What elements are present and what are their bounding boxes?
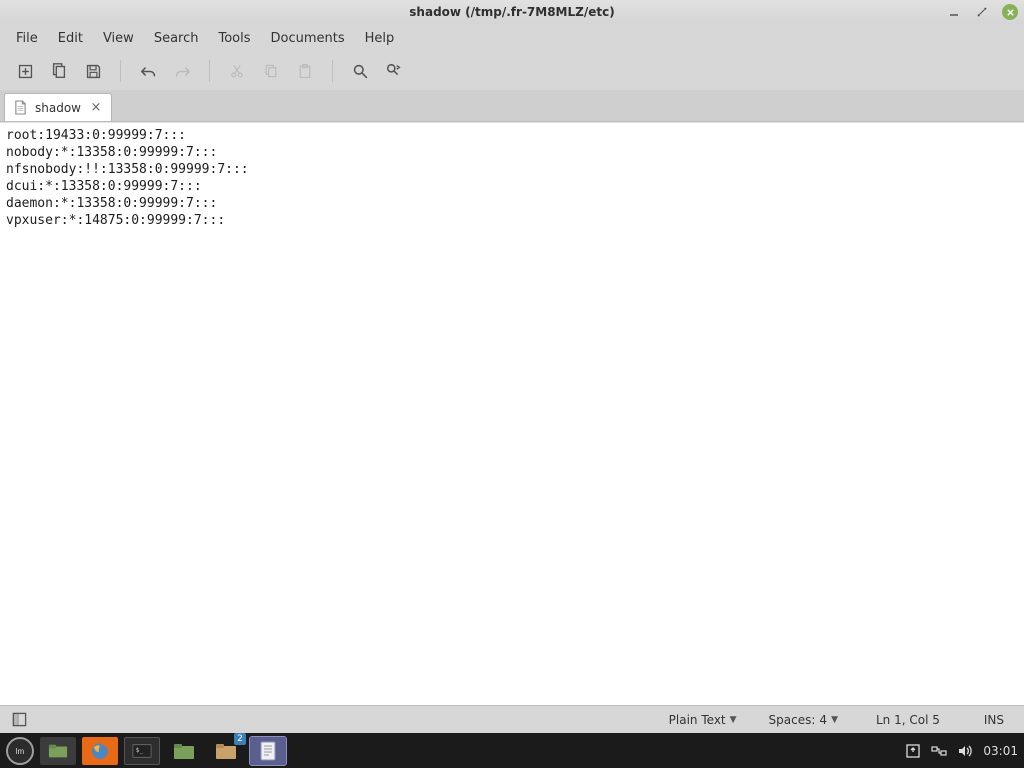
dropdown-icon: ▼	[831, 715, 838, 725]
side-panel-toggle[interactable]	[8, 709, 30, 731]
tab-close-icon[interactable]: ×	[89, 101, 103, 115]
copy-button[interactable]	[256, 56, 286, 86]
syntax-selector[interactable]: Plain Text ▼	[663, 713, 743, 727]
window-count-badge: 2	[234, 733, 246, 745]
insert-mode[interactable]: INS	[972, 713, 1016, 727]
files-launcher[interactable]	[166, 737, 202, 765]
menubar: File Edit View Search Tools Documents He…	[0, 24, 1024, 52]
menu-file[interactable]: File	[6, 27, 48, 50]
statusbar: Plain Text ▼ Spaces: 4 ▼ Ln 1, Col 5 INS	[0, 705, 1024, 733]
tab-label: shadow	[35, 101, 81, 115]
find-button[interactable]	[345, 56, 375, 86]
toolbar-separator	[209, 60, 210, 82]
cursor-position[interactable]: Ln 1, Col 5	[864, 713, 952, 727]
paste-button[interactable]	[290, 56, 320, 86]
menu-tools[interactable]: Tools	[208, 27, 260, 50]
new-file-button[interactable]	[10, 56, 40, 86]
menu-help[interactable]: Help	[355, 27, 405, 50]
open-file-button[interactable]	[44, 56, 74, 86]
clock[interactable]: 03:01	[983, 744, 1018, 758]
toolbar-separator	[120, 60, 121, 82]
taskbar: lm $_ 2 03:01	[0, 733, 1024, 768]
menu-documents[interactable]: Documents	[261, 27, 355, 50]
toolbar-separator	[332, 60, 333, 82]
syntax-label: Plain Text	[669, 713, 726, 727]
terminal-launcher[interactable]: $_	[124, 737, 160, 765]
firefox-launcher[interactable]	[82, 737, 118, 765]
menu-search[interactable]: Search	[144, 27, 209, 50]
menu-edit[interactable]: Edit	[48, 27, 93, 50]
dropdown-icon: ▼	[730, 715, 737, 725]
text-editor-area[interactable]: root:19433:0:99999:7::: nobody:*:13358:0…	[0, 122, 1024, 705]
volume-icon[interactable]	[957, 743, 973, 759]
file-manager-task[interactable]: 2	[208, 737, 244, 765]
window-controls	[946, 0, 1018, 24]
cut-button[interactable]	[222, 56, 252, 86]
svg-text:$_: $_	[136, 746, 144, 753]
toolbar	[0, 52, 1024, 90]
spaces-label: Spaces:	[769, 713, 816, 727]
menu-view[interactable]: View	[93, 27, 144, 50]
network-icon[interactable]	[931, 743, 947, 759]
updates-icon[interactable]	[905, 743, 921, 759]
save-button[interactable]	[78, 56, 108, 86]
text-editor-task[interactable]	[250, 737, 286, 765]
system-tray: 03:01	[905, 733, 1018, 768]
close-button[interactable]	[1002, 4, 1018, 20]
minimize-button[interactable]	[946, 4, 962, 20]
undo-button[interactable]	[133, 56, 163, 86]
document-icon	[13, 101, 27, 115]
show-desktop-button[interactable]	[40, 737, 76, 765]
indent-selector[interactable]: Spaces: 4 ▼	[763, 713, 844, 727]
redo-button[interactable]	[167, 56, 197, 86]
document-tab[interactable]: shadow ×	[4, 93, 112, 121]
window-title: shadow (/tmp/.fr-7M8MLZ/etc)	[409, 5, 614, 19]
editor-window: shadow (/tmp/.fr-7M8MLZ/etc) File Edit V…	[0, 0, 1024, 733]
maximize-button[interactable]	[974, 4, 990, 20]
spaces-value: 4	[819, 713, 827, 727]
find-replace-button[interactable]	[379, 56, 409, 86]
titlebar: shadow (/tmp/.fr-7M8MLZ/etc)	[0, 0, 1024, 24]
tab-bar: shadow ×	[0, 90, 1024, 122]
svg-text:lm: lm	[16, 747, 25, 756]
start-menu-button[interactable]: lm	[6, 737, 34, 765]
